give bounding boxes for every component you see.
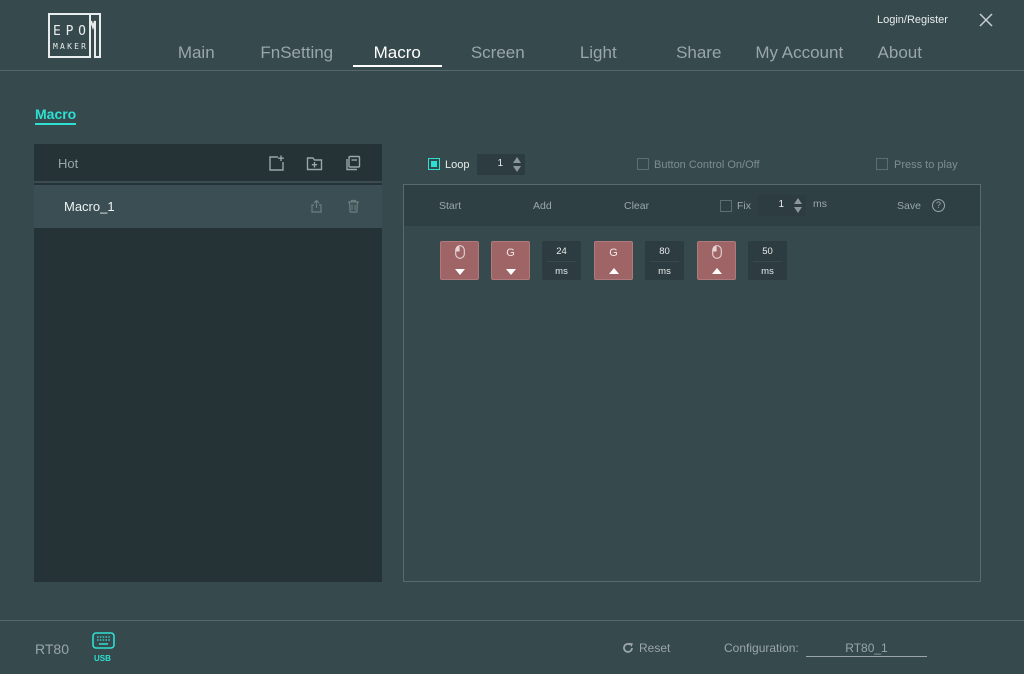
delay-divider — [650, 261, 679, 262]
loop-count-stepper[interactable]: 1 — [477, 154, 525, 175]
increment-arrow-icon[interactable] — [513, 157, 521, 163]
epomaker-logo: EPO MAKER — [48, 13, 101, 58]
tab-fnsetting[interactable]: FnSetting — [247, 40, 348, 66]
delay-value: 80 — [659, 246, 670, 257]
key-down-icon — [455, 269, 465, 275]
macro-list-header-label: Hot — [58, 156, 79, 171]
delay-divider — [547, 261, 576, 262]
tab-screen[interactable]: Screen — [448, 40, 549, 66]
fix-checkbox[interactable] — [720, 200, 732, 212]
save-button[interactable]: Save — [897, 200, 921, 212]
configuration-label: Configuration: — [724, 641, 799, 655]
key-up-icon — [712, 268, 722, 274]
clear-button[interactable]: Clear — [624, 200, 649, 212]
decrement-arrow-icon[interactable] — [513, 166, 521, 172]
fix-delay-stepper[interactable]: 1 — [758, 195, 806, 216]
export-icon[interactable] — [310, 199, 323, 213]
tab-macro[interactable]: Macro — [347, 40, 448, 67]
svg-text:MAKER: MAKER — [53, 42, 86, 51]
section-title: Macro — [35, 106, 77, 125]
fix-delay-value: 1 — [778, 199, 784, 210]
import-folder-icon[interactable] — [306, 155, 323, 172]
key-down-icon — [506, 269, 516, 275]
macro-list-panel: Hot Macro_1 — [34, 144, 382, 582]
delay-divider — [753, 261, 782, 262]
loop-label: Loop — [445, 159, 470, 171]
tab-about[interactable]: About — [850, 40, 951, 66]
decrement-arrow-icon[interactable] — [794, 207, 802, 213]
macro-step-delay[interactable]: 80 ms — [645, 241, 684, 280]
macro-step-delay[interactable]: 24 ms — [542, 241, 581, 280]
macro-step-mouse-left-up[interactable] — [697, 241, 736, 280]
macro-toolbar: Start Add Clear Fix 1 ms Save ? — [404, 185, 980, 226]
delay-unit: ms — [658, 266, 671, 277]
step-key-label: G — [609, 247, 618, 259]
tab-light[interactable]: Light — [548, 40, 649, 66]
login-register-link[interactable]: Login/Register — [877, 14, 948, 26]
button-control-checkbox[interactable] — [637, 158, 649, 170]
tab-my-account[interactable]: My Account — [749, 40, 850, 66]
macro-step-g-down[interactable]: G — [491, 241, 530, 280]
mouse-left-button-icon — [712, 245, 722, 259]
delay-unit: ms — [555, 266, 568, 277]
macro-step-delay[interactable]: 50 ms — [748, 241, 787, 280]
button-control-label: Button Control On/Off — [654, 159, 760, 171]
reset-icon — [623, 642, 633, 653]
connection-label: USB — [94, 654, 111, 663]
key-up-icon — [609, 268, 619, 274]
reset-label: Reset — [639, 641, 671, 655]
macro-list-item[interactable]: Macro_1 — [34, 185, 382, 228]
start-button[interactable]: Start — [439, 200, 461, 212]
add-button[interactable]: Add — [533, 200, 552, 212]
fix-unit-label: ms — [813, 198, 827, 210]
header: EPO MAKER Main FnSetting Macro Screen Li… — [0, 0, 1024, 71]
svg-text:EPO: EPO — [53, 24, 86, 39]
loop-checkbox[interactable] — [428, 158, 440, 170]
footer: RT80 USB Reset Configuration: RT80_1 — [0, 620, 1024, 674]
main-nav: Main FnSetting Macro Screen Light Share … — [146, 40, 950, 70]
macro-step-g-up[interactable]: G — [594, 241, 633, 280]
increment-arrow-icon[interactable] — [794, 198, 802, 204]
device-name: RT80 — [35, 641, 69, 657]
copy-icon[interactable] — [344, 155, 361, 172]
loop-count-value: 1 — [497, 158, 503, 169]
configuration-select[interactable]: RT80_1 — [806, 639, 927, 657]
macro-step-mouse-left-down[interactable] — [440, 241, 479, 280]
fix-label: Fix — [737, 200, 751, 212]
close-icon[interactable] — [978, 12, 994, 28]
new-macro-icon[interactable] — [268, 155, 285, 172]
delay-unit: ms — [761, 266, 774, 277]
tab-main[interactable]: Main — [146, 40, 247, 66]
delay-value: 24 — [556, 246, 567, 257]
macro-list-header: Hot — [34, 144, 382, 183]
keyboard-icon[interactable] — [92, 632, 115, 649]
step-key-label: G — [506, 247, 515, 259]
delay-value: 50 — [762, 246, 773, 257]
mouse-left-button-icon — [455, 245, 465, 259]
tab-share[interactable]: Share — [649, 40, 750, 66]
trash-icon[interactable] — [347, 199, 360, 213]
macro-editor: Start Add Clear Fix 1 ms Save ? G 24 ms … — [403, 184, 981, 582]
press-to-play-checkbox[interactable] — [876, 158, 888, 170]
reset-button[interactable]: Reset — [622, 641, 670, 655]
press-to-play-label: Press to play — [894, 159, 958, 171]
help-icon[interactable]: ? — [932, 199, 945, 212]
macro-name: Macro_1 — [64, 199, 115, 214]
